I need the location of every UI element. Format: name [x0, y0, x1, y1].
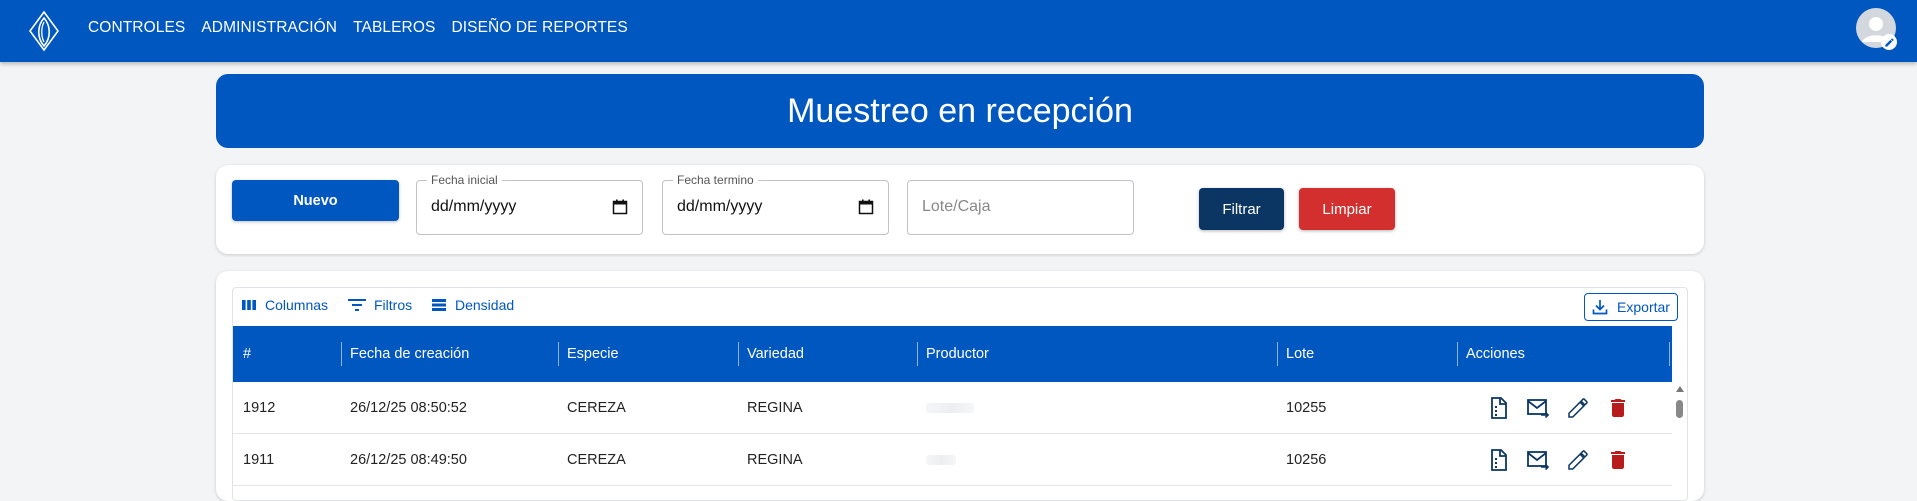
nav-item-administracion[interactable]: ADMINISTRACIÓN	[201, 19, 337, 37]
scroll-thumb[interactable]	[1676, 400, 1683, 418]
density-label: Densidad	[455, 297, 515, 313]
scroll-up-arrow-icon[interactable]	[1676, 386, 1684, 392]
end-date-value: dd/mm/yyyy	[677, 198, 763, 215]
table-header: # Fecha de creación Especie Variedad Pro…	[233, 326, 1672, 382]
edit-icon[interactable]	[1566, 396, 1590, 420]
nav-item-controles[interactable]: CONTROLES	[88, 19, 185, 37]
end-date-label: Fecha termino	[673, 173, 758, 187]
data-grid: Columnas Filtros Densidad Exportar # Fec…	[232, 287, 1688, 501]
calendar-icon[interactable]	[858, 199, 874, 215]
cell-id: 1911	[243, 452, 275, 468]
cell-variedad: REGINA	[747, 452, 803, 468]
report-icon[interactable]	[1486, 448, 1510, 472]
lot-search-input[interactable]: Lote/Caja	[907, 180, 1134, 235]
column-separator[interactable]	[738, 342, 739, 366]
vertical-scrollbar[interactable]	[1672, 382, 1687, 500]
results-panel: Columnas Filtros Densidad Exportar # Fec…	[216, 271, 1704, 501]
filter-icon	[348, 299, 366, 311]
table-row[interactable]: 1911 26/12/25 08:49:50 CEREZA REGINA 102…	[233, 434, 1672, 486]
lot-placeholder: Lote/Caja	[922, 198, 991, 215]
cell-especie: CEREZA	[567, 452, 626, 468]
columns-icon	[242, 300, 256, 310]
clear-button[interactable]: Limpiar	[1299, 188, 1395, 230]
start-date-label: Fecha inicial	[427, 173, 502, 187]
filter-button[interactable]: Filtrar	[1199, 188, 1284, 230]
column-separator[interactable]	[341, 342, 342, 366]
density-icon	[432, 299, 446, 311]
column-header-lote[interactable]: Lote	[1286, 326, 1314, 382]
column-separator[interactable]	[917, 342, 918, 366]
start-date-field[interactable]: Fecha inicial dd/mm/yyyy	[416, 173, 643, 235]
cell-lote: 10256	[1286, 452, 1327, 468]
delete-icon[interactable]	[1606, 448, 1630, 472]
cell-id: 1912	[243, 400, 276, 416]
page-title: Muestreo en recepción	[787, 91, 1133, 130]
cell-fecha: 26/12/25 08:49:50	[350, 452, 467, 468]
grid-toolbar: Columnas Filtros Densidad Exportar	[233, 288, 1687, 326]
column-header-productor[interactable]: Productor	[926, 326, 989, 382]
edit-icon[interactable]	[1566, 448, 1590, 472]
cell-productor-redacted	[926, 403, 974, 413]
nav-item-diseno-reportes[interactable]: DISEÑO DE REPORTES	[451, 19, 627, 37]
report-icon[interactable]	[1486, 396, 1510, 420]
column-separator[interactable]	[1669, 342, 1670, 366]
density-button[interactable]: Densidad	[431, 297, 514, 313]
edit-icon	[1884, 37, 1894, 47]
email-forward-icon[interactable]	[1526, 448, 1550, 472]
column-separator[interactable]	[1277, 342, 1278, 366]
column-header-fecha[interactable]: Fecha de creación	[350, 326, 469, 382]
top-app-bar: CONTROLES ADMINISTRACIÓN TABLEROS DISEÑO…	[0, 0, 1917, 62]
main-nav: CONTROLES ADMINISTRACIÓN TABLEROS DISEÑO…	[88, 0, 644, 56]
column-header-acciones: Acciones	[1466, 346, 1525, 362]
column-header-especie[interactable]: Especie	[567, 326, 619, 382]
column-header-id[interactable]: #	[243, 326, 251, 382]
filters-label: Filtros	[374, 297, 413, 313]
filters-button[interactable]: Filtros	[348, 297, 412, 313]
delete-icon[interactable]	[1606, 396, 1630, 420]
column-separator[interactable]	[1457, 342, 1458, 366]
start-date-value: dd/mm/yyyy	[431, 198, 517, 215]
end-date-field[interactable]: Fecha termino dd/mm/yyyy	[662, 173, 889, 235]
cell-variedad: REGINA	[747, 400, 803, 416]
filter-panel: Nuevo Fecha inicial dd/mm/yyyy Fecha ter…	[216, 165, 1704, 254]
email-forward-icon[interactable]	[1526, 396, 1550, 420]
calendar-icon[interactable]	[612, 199, 628, 215]
page-title-banner: Muestreo en recepción	[216, 74, 1704, 148]
column-separator[interactable]	[558, 342, 559, 366]
cell-lote: 10255	[1286, 400, 1327, 416]
export-label: Exportar	[1617, 299, 1670, 315]
columns-label: Columnas	[265, 297, 329, 313]
cell-especie: CEREZA	[567, 400, 626, 416]
app-logo-icon[interactable]	[27, 10, 61, 52]
column-header-variedad[interactable]: Variedad	[747, 326, 804, 382]
export-button[interactable]: Exportar	[1584, 293, 1678, 321]
avatar-edit-badge[interactable]	[1881, 34, 1897, 50]
new-button[interactable]: Nuevo	[232, 180, 399, 221]
columns-button[interactable]: Columnas	[241, 297, 328, 313]
nav-item-tableros[interactable]: TABLEROS	[353, 19, 435, 37]
table-row[interactable]: 1912 26/12/25 08:50:52 CEREZA REGINA 102…	[233, 382, 1672, 434]
cell-fecha: 26/12/25 08:50:52	[350, 400, 467, 416]
download-icon	[1592, 300, 1608, 315]
cell-productor-redacted	[926, 455, 956, 465]
